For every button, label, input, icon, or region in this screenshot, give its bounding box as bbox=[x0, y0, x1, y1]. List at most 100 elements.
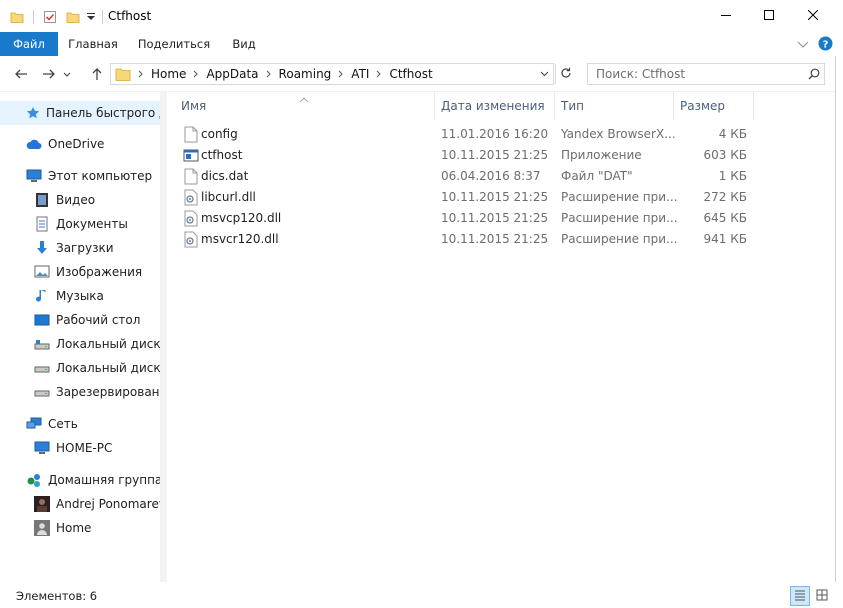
breadcrumb-ctfhost[interactable]: Ctfhost bbox=[385, 67, 436, 81]
tab-file[interactable]: Файл bbox=[0, 32, 58, 56]
ribbon-expand-icon[interactable] bbox=[797, 38, 809, 50]
sort-ascending-icon bbox=[299, 92, 309, 103]
nav-item-home-pc[interactable]: HOME-PC bbox=[0, 436, 160, 460]
breadcrumb-appdata[interactable]: AppData bbox=[202, 67, 262, 81]
maximize-button[interactable] bbox=[746, 0, 792, 32]
file-type: Файл "DAT" bbox=[561, 169, 633, 183]
table-row[interactable]: dics.dat 06.04.2016 8:37 Файл "DAT" 1 КБ bbox=[175, 166, 765, 187]
downloads-icon bbox=[34, 240, 50, 256]
chevron-down-icon bbox=[63, 68, 71, 82]
nav-item-homegroup[interactable]: Домашняя группа bbox=[0, 468, 160, 492]
file-date: 11.01.2016 16:20 bbox=[441, 127, 549, 141]
nav-item-downloads[interactable]: Загрузки bbox=[0, 236, 160, 260]
file-date: 10.11.2015 21:25 bbox=[441, 148, 549, 162]
tab-share[interactable]: Поделиться bbox=[132, 32, 216, 56]
file-icon bbox=[183, 126, 199, 143]
table-row[interactable]: config 11.01.2016 16:20 Yandex BrowserX.… bbox=[175, 124, 765, 145]
computer-icon bbox=[26, 168, 42, 184]
file-type: Приложение bbox=[561, 148, 642, 162]
file-type: Расширение при... bbox=[561, 232, 677, 246]
properties-icon[interactable] bbox=[43, 10, 57, 24]
file-list: Имя Дата изменения Тип Размер config 11.… bbox=[167, 92, 835, 582]
tab-home[interactable]: Главная bbox=[64, 32, 122, 56]
table-row[interactable]: libcurl.dll 10.11.2015 21:25 Расширение … bbox=[175, 187, 765, 208]
nav-item-drive-d[interactable]: Локальный диск (D bbox=[0, 356, 160, 380]
status-bar: Элементов: 6 bbox=[0, 582, 843, 608]
homegroup-icon bbox=[26, 472, 42, 488]
help-icon[interactable]: ? bbox=[818, 36, 833, 51]
up-button[interactable] bbox=[86, 64, 108, 86]
table-row[interactable]: msvcp120.dll 10.11.2015 21:25 Расширение… bbox=[175, 208, 765, 229]
dll-icon bbox=[183, 231, 199, 248]
file-name: config bbox=[201, 127, 238, 141]
large-icons-view-button[interactable] bbox=[812, 586, 832, 606]
nav-scrollbar[interactable] bbox=[160, 92, 167, 582]
close-button[interactable] bbox=[790, 0, 836, 32]
minimize-button[interactable] bbox=[703, 0, 749, 32]
table-row[interactable]: msvcr120.dll 10.11.2015 21:25 Расширение… bbox=[175, 229, 765, 250]
nav-item-quick-access[interactable]: Панель быстрого до bbox=[0, 101, 160, 125]
nav-item-desktop[interactable]: Рабочий стол bbox=[0, 308, 160, 332]
breadcrumb-home[interactable]: Home bbox=[147, 67, 190, 81]
breadcrumb-separator-icon[interactable] bbox=[190, 70, 202, 78]
arrow-left-icon bbox=[14, 67, 28, 84]
maximize-icon bbox=[764, 9, 774, 23]
exe-icon bbox=[183, 147, 199, 164]
drive-c-icon bbox=[34, 336, 50, 352]
nav-item-documents[interactable]: Документы bbox=[0, 212, 160, 236]
refresh-button[interactable] bbox=[555, 64, 575, 84]
minimize-icon bbox=[721, 9, 731, 23]
breadcrumb-separator-icon[interactable] bbox=[263, 70, 275, 78]
new-folder-icon[interactable] bbox=[66, 10, 80, 24]
nav-item-user-home[interactable]: Home bbox=[0, 516, 160, 540]
address-row: Home AppData Roaming ATI Ctfhost Поиск: … bbox=[0, 56, 843, 92]
file-size: 603 КБ bbox=[703, 148, 747, 162]
table-row[interactable]: ctfhost 10.11.2015 21:25 Приложение 603 … bbox=[175, 145, 765, 166]
cloud-icon bbox=[26, 136, 42, 152]
column-header-type[interactable]: Тип bbox=[555, 92, 674, 120]
dll-icon bbox=[183, 210, 199, 227]
nav-item-video[interactable]: Видео bbox=[0, 188, 160, 212]
recent-locations-button[interactable] bbox=[60, 64, 74, 86]
nav-item-user-andrej[interactable]: Andrej Ponomarev bbox=[0, 492, 160, 516]
file-date: 10.11.2015 21:25 bbox=[441, 232, 549, 246]
back-button[interactable] bbox=[10, 64, 32, 86]
close-icon bbox=[807, 9, 819, 23]
details-view-icon bbox=[794, 589, 806, 604]
qat-dropdown-icon[interactable] bbox=[86, 10, 96, 24]
arrow-up-icon bbox=[90, 67, 104, 84]
search-input[interactable]: Поиск: Ctfhost bbox=[588, 67, 804, 81]
nav-item-pictures[interactable]: Изображения bbox=[0, 260, 160, 284]
breadcrumb-separator-icon[interactable] bbox=[335, 70, 347, 78]
details-view-button[interactable] bbox=[790, 586, 810, 606]
large-icons-view-icon bbox=[816, 589, 828, 604]
search-icon[interactable] bbox=[804, 68, 824, 80]
nav-item-drive-c[interactable]: Локальный диск (C bbox=[0, 332, 160, 356]
breadcrumb-separator-icon[interactable] bbox=[373, 70, 385, 78]
svg-text:?: ? bbox=[823, 40, 829, 51]
column-header-size[interactable]: Размер bbox=[674, 92, 754, 120]
nav-item-music[interactable]: Музыка bbox=[0, 284, 160, 308]
nav-item-reserved[interactable]: Зарезервировано с bbox=[0, 380, 160, 404]
file-name: ctfhost bbox=[201, 148, 243, 162]
breadcrumb-separator-icon[interactable] bbox=[135, 70, 147, 78]
pc-icon bbox=[34, 440, 50, 456]
nav-item-network[interactable]: Сеть bbox=[0, 412, 160, 436]
file-name: msvcr120.dll bbox=[201, 232, 279, 246]
nav-item-onedrive[interactable]: OneDrive bbox=[0, 132, 160, 156]
file-size: 272 КБ bbox=[703, 190, 747, 204]
tab-view[interactable]: Вид bbox=[224, 32, 264, 56]
search-box[interactable]: Поиск: Ctfhost bbox=[587, 63, 825, 85]
address-history-button[interactable] bbox=[534, 64, 554, 84]
file-size: 4 КБ bbox=[718, 127, 747, 141]
nav-item-this-pc[interactable]: Этот компьютер bbox=[0, 164, 160, 188]
address-bar[interactable]: Home AppData Roaming ATI Ctfhost bbox=[110, 63, 554, 85]
column-header-date[interactable]: Дата изменения bbox=[435, 92, 555, 120]
forward-button[interactable] bbox=[38, 64, 60, 86]
breadcrumb-roaming[interactable]: Roaming bbox=[275, 67, 336, 81]
file-date: 10.11.2015 21:25 bbox=[441, 190, 549, 204]
breadcrumb-ati[interactable]: ATI bbox=[347, 67, 373, 81]
file-date: 10.11.2015 21:25 bbox=[441, 211, 549, 225]
refresh-icon bbox=[560, 67, 572, 82]
item-count: Элементов: 6 bbox=[16, 589, 98, 603]
